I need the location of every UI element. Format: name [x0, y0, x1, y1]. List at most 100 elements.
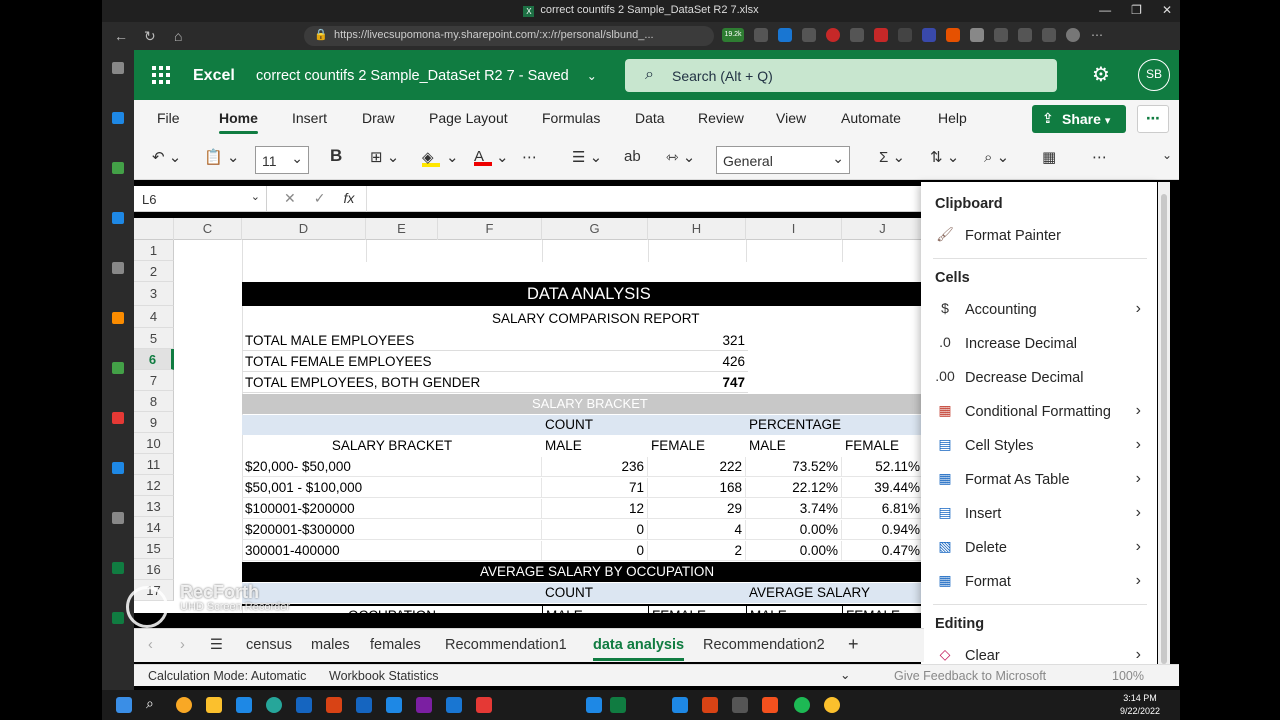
panel-item-format-as-table[interactable]: ▦ Format As Table ›: [935, 466, 1147, 496]
calculation-mode[interactable]: Calculation Mode: Automatic: [148, 669, 306, 683]
female-count[interactable]: 222: [648, 457, 746, 477]
paste-icon[interactable]: 📋 ⌄: [204, 148, 239, 166]
sidebar-icon[interactable]: [112, 112, 124, 124]
sheet-tab-data-analysis[interactable]: data analysis: [593, 637, 685, 661]
avatar[interactable]: SB: [1138, 59, 1170, 91]
paint-icon[interactable]: [586, 697, 602, 713]
analyze-data-icon[interactable]: ▦: [1042, 148, 1056, 166]
panel-item-increase-decimal[interactable]: .0 Increase Decimal: [935, 330, 1147, 360]
bracket-label[interactable]: $50,001 - $100,000: [242, 478, 542, 498]
extension-icon[interactable]: [850, 28, 864, 42]
chevron-down-icon[interactable]: ⌄: [496, 148, 509, 166]
column-header[interactable]: F: [438, 218, 542, 240]
sheet-tab-recommendation2[interactable]: Recommendation2: [703, 637, 825, 653]
extension-icon[interactable]: [946, 28, 960, 42]
male-pct[interactable]: 22.12%: [746, 478, 842, 498]
chrome-icon[interactable]: [824, 697, 840, 713]
tab-home[interactable]: Home: [219, 110, 258, 134]
find-icon[interactable]: ⌕ ⌄: [984, 148, 1009, 166]
row-header[interactable]: 8: [134, 391, 174, 412]
row-header[interactable]: 16: [134, 559, 174, 580]
tab-file[interactable]: File: [157, 110, 180, 126]
share-button[interactable]: ⇪ Share ▾: [1032, 105, 1126, 133]
panel-item-accounting[interactable]: $ Accounting ›: [935, 296, 1147, 326]
row-header[interactable]: 14: [134, 517, 174, 538]
row-header[interactable]: 4: [134, 306, 174, 328]
system-clock[interactable]: 3:14 PM 9/22/2022: [1120, 692, 1160, 718]
font-color-icon[interactable]: A: [474, 148, 492, 166]
word-icon[interactable]: [356, 697, 372, 713]
adblock-icon[interactable]: [874, 28, 888, 42]
spotify-icon[interactable]: [794, 697, 810, 713]
avg-salary-title[interactable]: AVERAGE SALARY BY OCCUPATION: [242, 562, 924, 582]
sidebar-icon[interactable]: [112, 62, 124, 74]
profile-icon[interactable]: [1066, 28, 1080, 42]
bracket-label[interactable]: $200001-$300000: [242, 520, 542, 540]
extension-icon[interactable]: [970, 28, 984, 42]
sheet-tab-census[interactable]: census: [246, 637, 292, 653]
mail-icon[interactable]: [236, 697, 252, 713]
ribbon-more-button[interactable]: ⋯: [1137, 105, 1169, 133]
female-count[interactable]: 29: [648, 499, 746, 519]
sidebar-icon[interactable]: [112, 212, 124, 224]
chevron-down-icon[interactable]: ⌄: [840, 667, 850, 682]
row-header[interactable]: 10: [134, 433, 174, 454]
collapse-ribbon-icon[interactable]: ⌄: [1162, 148, 1172, 162]
address-bar[interactable]: 🔒 https://livecsupomona-my.sharepoint.co…: [304, 26, 714, 46]
tab-page-layout[interactable]: Page Layout: [429, 110, 508, 126]
column-header[interactable]: J: [842, 218, 924, 240]
avg-salary-header[interactable]: AVERAGE SALARY: [746, 583, 873, 603]
tab-draw[interactable]: Draw: [362, 110, 395, 126]
sheet-tab-females[interactable]: females: [370, 637, 421, 653]
calendar-icon[interactable]: [446, 697, 462, 713]
merge-icon[interactable]: ⇿ ⌄: [666, 148, 695, 166]
vscode-icon[interactable]: [296, 697, 312, 713]
column-header[interactable]: D: [242, 218, 366, 240]
extension-icon[interactable]: [898, 28, 912, 42]
report-subtitle[interactable]: SALARY COMPARISON REPORT: [242, 309, 924, 329]
panel-item-format[interactable]: ▦ Format ›: [935, 568, 1147, 598]
extension-icon[interactable]: [802, 28, 816, 42]
sidebar-icon[interactable]: [112, 512, 124, 524]
bold-button[interactable]: B: [330, 146, 342, 166]
zoom-level[interactable]: 100%: [1112, 669, 1144, 683]
bracket-label[interactable]: 300001-400000: [242, 541, 542, 561]
edge-icon[interactable]: [266, 697, 282, 713]
more-font-options-icon[interactable]: ⋯: [522, 148, 537, 166]
summary-label[interactable]: TOTAL MALE EMPLOYEES: [242, 331, 542, 351]
subheader-female-count[interactable]: FEMALE: [648, 436, 708, 456]
sidebar-icon[interactable]: [112, 312, 124, 324]
all-sheets-icon[interactable]: ☰: [210, 637, 223, 653]
minimize-icon[interactable]: —: [1099, 3, 1111, 17]
column-header[interactable]: H: [648, 218, 746, 240]
subheader-male-pct[interactable]: MALE: [746, 436, 789, 456]
tab-data[interactable]: Data: [635, 110, 665, 126]
enter-icon[interactable]: ✓: [314, 190, 326, 207]
scroll-right-icon[interactable]: ›: [180, 637, 185, 653]
subheader-female-pct[interactable]: FEMALE: [842, 436, 902, 456]
tab-review[interactable]: Review: [698, 110, 744, 126]
row-header[interactable]: 12: [134, 475, 174, 496]
summary-value[interactable]: 747: [542, 373, 748, 393]
borders-icon[interactable]: ⊞ ⌄: [370, 148, 399, 166]
row-header[interactable]: 7: [134, 370, 174, 391]
add-sheet-button[interactable]: +: [848, 634, 859, 655]
extension-icon[interactable]: [778, 28, 792, 42]
restore-icon[interactable]: ❐: [1131, 3, 1142, 17]
female-pct[interactable]: 39.44%: [842, 478, 924, 498]
refresh-icon[interactable]: ↻: [144, 28, 156, 45]
subheader-male-count[interactable]: MALE: [542, 436, 585, 456]
align-icon[interactable]: ☰ ⌄: [572, 148, 602, 166]
row-header[interactable]: 6: [134, 349, 174, 370]
summary-label[interactable]: TOTAL EMPLOYEES, BOTH GENDER: [242, 373, 542, 393]
document-title[interactable]: correct countifs 2 Sample_DataSet R2 7 -…: [256, 68, 597, 84]
close-icon[interactable]: ✕: [1162, 3, 1172, 17]
function-icon[interactable]: fx: [343, 190, 354, 207]
column-header[interactable]: G: [542, 218, 648, 240]
row-header[interactable]: 2: [134, 261, 174, 282]
row-header[interactable]: 9: [134, 412, 174, 433]
row-header[interactable]: 5: [134, 328, 174, 349]
tab-view[interactable]: View: [776, 110, 806, 126]
app-launcher-icon[interactable]: [152, 66, 170, 84]
male-pct[interactable]: 0.00%: [746, 520, 842, 540]
